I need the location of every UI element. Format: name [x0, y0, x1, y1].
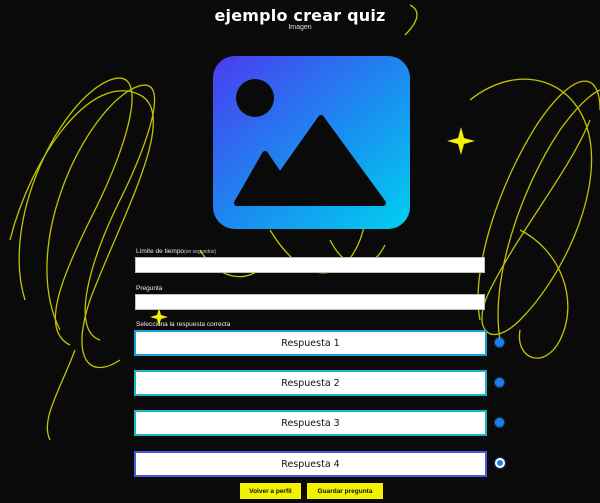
answer-input-1[interactable]: Respuesta 1	[134, 330, 487, 356]
image-section-label: Imagen	[288, 24, 312, 31]
question-input[interactable]	[135, 294, 485, 310]
answer-radio-1[interactable]	[495, 338, 504, 347]
time-limit-label: Límite de tiempo(en segundos)	[136, 248, 216, 255]
page-title: ejemplo crear quiz	[214, 6, 386, 25]
time-limit-hint: (en segundos)	[184, 249, 217, 255]
time-limit-input[interactable]	[135, 257, 485, 273]
answers-instruction-label: Selecciona la respuesta correcta	[136, 321, 231, 328]
back-to-profile-button[interactable]: Volver a perfil	[240, 483, 301, 499]
question-label: Pregunta	[136, 285, 163, 292]
answer-input-4[interactable]: Respuesta 4	[134, 451, 487, 477]
answer-input-2[interactable]: Respuesta 2	[134, 370, 487, 396]
answer-radio-3[interactable]	[495, 418, 504, 427]
answer-radio-2[interactable]	[495, 378, 504, 387]
answer-radio-4[interactable]	[495, 458, 505, 468]
time-limit-label-text: Límite de tiempo	[136, 248, 185, 255]
save-question-button[interactable]: Guardar pregunta	[307, 483, 383, 499]
answer-input-3[interactable]: Respuesta 3	[134, 410, 487, 436]
image-icon[interactable]	[213, 56, 410, 229]
